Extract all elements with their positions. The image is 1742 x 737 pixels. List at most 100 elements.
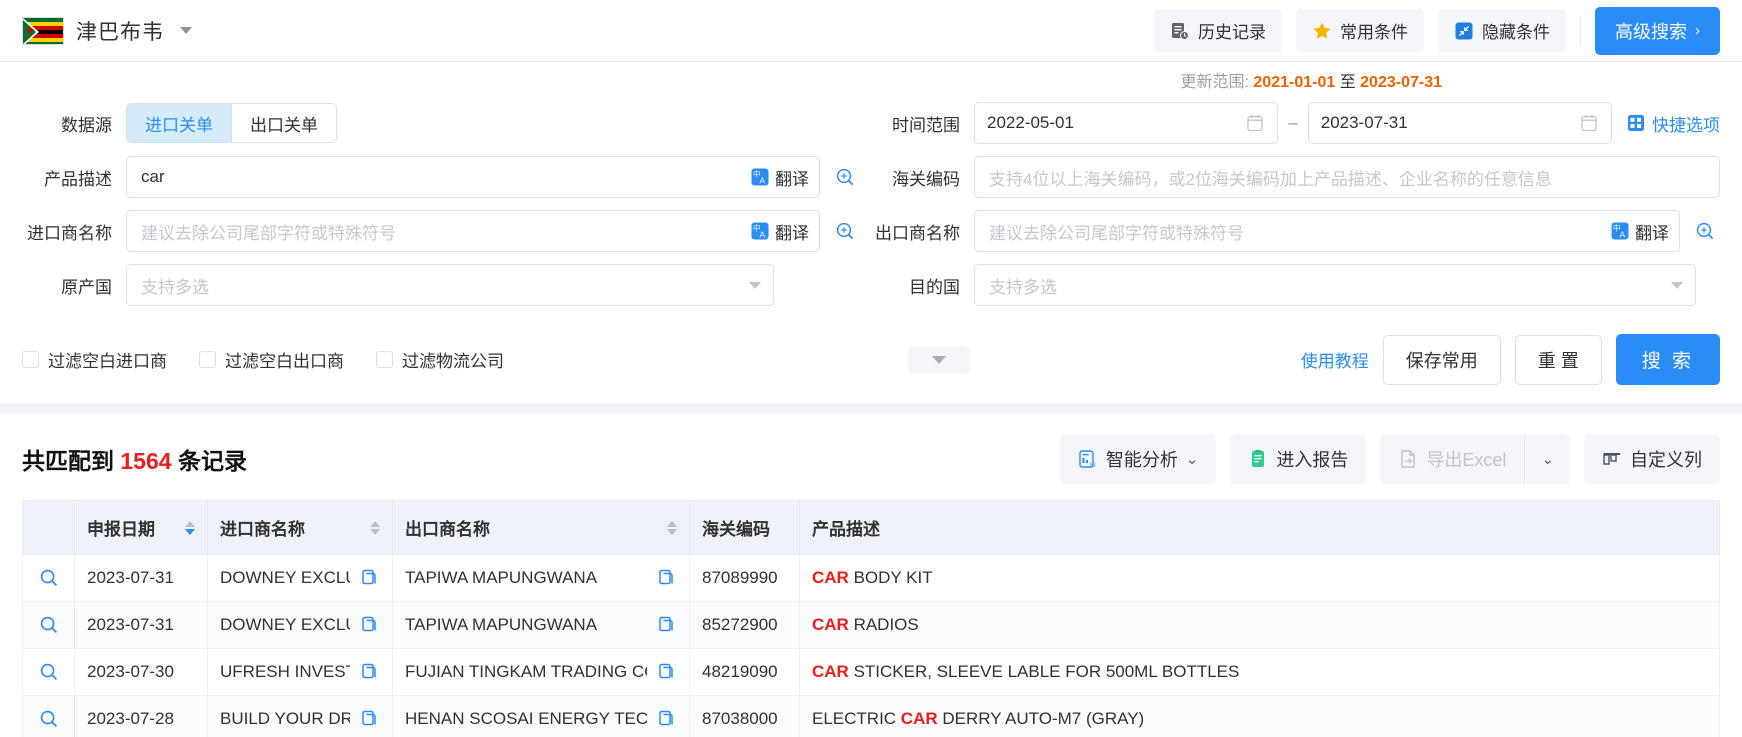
time-range-picker[interactable]: 2022-05-01 – 2023-07-31 (974, 102, 1720, 144)
translate-button[interactable]: 中 A 翻译 (750, 219, 809, 244)
sort-desc-icon[interactable] (667, 529, 677, 535)
advanced-search-button[interactable]: 高级搜索 › (1595, 7, 1720, 55)
table-row[interactable]: 2023-07-31 DOWNEY EXCLUS T (23, 555, 1720, 602)
svg-text:A: A (760, 230, 766, 240)
update-range-start: 2021-01-01 (1253, 74, 1335, 91)
export-excel-label: 导出Excel (1426, 446, 1506, 472)
search-icon[interactable] (39, 662, 59, 682)
checkbox-box[interactable] (199, 351, 216, 368)
search-icon[interactable] (39, 568, 59, 588)
copy-icon[interactable] (647, 615, 677, 635)
country-selector[interactable]: ★ 津巴布韦 (22, 16, 192, 46)
enter-report-button[interactable]: 进入报告 (1230, 434, 1366, 484)
cell-product-rest: DERRY AUTO-M7 (GRAY) (938, 709, 1145, 728)
hs-code-input[interactable]: 支持4位以上海关编码，或2位海关编码加上产品描述、企业名称的任意信息 (974, 156, 1720, 198)
copy-icon[interactable] (350, 615, 380, 635)
destination-select[interactable]: 支持多选 (974, 264, 1696, 306)
time-start-input[interactable]: 2022-05-01 (974, 102, 1278, 144)
checkbox-filter-empty-exporter[interactable]: 过滤空白出口商 (199, 347, 344, 372)
product-desc-value: car (141, 167, 742, 187)
top-bar-actions: 历史记录 常用条件 隐藏条件 高级搜索 › (1154, 7, 1720, 55)
time-end-input[interactable]: 2023-07-31 (1308, 102, 1612, 144)
checkbox-box[interactable] (376, 351, 393, 368)
chevron-down-icon (749, 282, 761, 289)
chevron-down-icon[interactable] (180, 27, 192, 34)
datasource-option-import[interactable]: 进口关单 (127, 104, 231, 142)
column-header-date[interactable]: 申报日期 (75, 501, 208, 555)
favorites-button[interactable]: 常用条件 (1296, 9, 1424, 52)
translate-button[interactable]: 中 A 翻译 (750, 165, 809, 190)
update-range-separator: 至 (1340, 74, 1356, 91)
results-count-prefix: 共匹配到 (22, 448, 114, 474)
sort-asc-icon[interactable] (370, 521, 380, 527)
copy-icon[interactable] (350, 662, 380, 682)
copy-icon[interactable] (647, 662, 677, 682)
sort-control[interactable] (657, 521, 677, 535)
datasource-option-export[interactable]: 出口关单 (231, 104, 336, 142)
sort-desc-icon[interactable] (370, 529, 380, 535)
search-icon[interactable] (39, 615, 59, 635)
datasource-toggle[interactable]: 进口关单 出口关单 (126, 103, 337, 143)
column-header-hs-code: 海关编码 (690, 501, 800, 555)
copy-icon[interactable] (350, 568, 380, 588)
row-search-cell[interactable] (23, 696, 75, 737)
translate-button[interactable]: 中 A 翻译 (1610, 219, 1669, 244)
export-excel-dropdown-button[interactable]: ⌄ (1524, 434, 1570, 484)
origin-select[interactable]: 支持多选 (126, 264, 774, 306)
column-header-exporter[interactable]: 出口商名称 (393, 501, 690, 555)
cell-exporter-text: TAPIWA MAPUNGWANA (405, 568, 597, 588)
exporter-input[interactable]: 建议去除公司尾部字符或特殊符号 中 A 翻译 (974, 210, 1680, 252)
table-row[interactable]: 2023-07-28 BUILD YOUR DRE (23, 696, 1720, 737)
row-search-cell[interactable] (23, 555, 75, 602)
row-search-cell[interactable] (23, 649, 75, 696)
importer-zoom-button[interactable] (830, 216, 860, 246)
history-button[interactable]: 历史记录 (1154, 9, 1282, 52)
hide-conditions-button[interactable]: 隐藏条件 (1438, 9, 1566, 52)
chevron-down-icon (1671, 282, 1683, 289)
table-row[interactable]: 2023-07-30 UFRESH INVEST F (23, 649, 1720, 696)
reset-button[interactable]: 重 置 (1515, 335, 1602, 385)
quick-options-button[interactable]: 快捷选项 (1626, 111, 1720, 136)
country-name: 津巴布韦 (76, 16, 164, 46)
smart-analysis-button[interactable]: BI 智能分析 ⌄ (1060, 434, 1217, 484)
cell-product-rest: STICKER, SLEEVE LABLE FOR 500ML BOTTLES (849, 662, 1240, 681)
copy-icon[interactable] (647, 568, 677, 588)
cell-date: 2023-07-28 (75, 696, 208, 737)
search-button[interactable]: 搜 索 (1616, 334, 1720, 385)
column-header-product-label: 产品描述 (812, 520, 880, 539)
table-row[interactable]: 2023-07-31 DOWNEY EXCLUS T (23, 602, 1720, 649)
export-excel-button[interactable]: 导出Excel (1380, 434, 1524, 484)
checkbox-filter-empty-importer[interactable]: 过滤空白进口商 (22, 347, 167, 372)
exporter-zoom-button[interactable] (1690, 216, 1720, 246)
tutorial-link[interactable]: 使用教程 (1301, 347, 1369, 372)
product-desc-zoom-button[interactable] (830, 162, 860, 192)
cell-exporter-text: FUJIAN TINGKAM TRADING CO (405, 662, 647, 682)
sort-control[interactable] (360, 521, 380, 535)
sort-control[interactable] (175, 521, 195, 535)
advanced-search-label: 高级搜索 (1615, 18, 1687, 44)
top-bar: ★ 津巴布韦 历史记录 常用条件 (0, 0, 1742, 62)
sort-asc-icon[interactable] (185, 521, 195, 527)
search-icon[interactable] (39, 709, 59, 729)
sort-asc-icon[interactable] (667, 521, 677, 527)
column-header-importer[interactable]: 进口商名称 (208, 501, 393, 555)
cell-hs-code: 87038000 (690, 696, 800, 737)
importer-input[interactable]: 建议去除公司尾部字符或特殊符号 中 A 翻译 (126, 210, 820, 252)
product-desc-input[interactable]: car 中 A 翻译 (126, 156, 820, 198)
expand-more-filters-button[interactable] (908, 346, 970, 374)
checkbox-filter-logistics[interactable]: 过滤物流公司 (376, 347, 504, 372)
save-common-button[interactable]: 保存常用 (1383, 335, 1501, 385)
row-search-cell[interactable] (23, 602, 75, 649)
cell-date: 2023-07-31 (75, 602, 208, 649)
importer-label: 进口商名称 (22, 219, 126, 244)
smart-analysis-label: 智能分析 (1106, 446, 1178, 472)
checkbox-label: 过滤空白出口商 (225, 347, 344, 372)
copy-icon[interactable] (350, 709, 380, 729)
hs-code-placeholder: 支持4位以上海关编码，或2位海关编码加上产品描述、企业名称的任意信息 (989, 165, 1709, 190)
cell-date: 2023-07-30 (75, 649, 208, 696)
chevron-down-icon: ⌄ (1186, 450, 1199, 468)
copy-icon[interactable] (647, 709, 677, 729)
checkbox-box[interactable] (22, 351, 39, 368)
custom-columns-button[interactable]: 自定义列 (1584, 434, 1720, 484)
sort-desc-icon[interactable] (185, 529, 195, 535)
